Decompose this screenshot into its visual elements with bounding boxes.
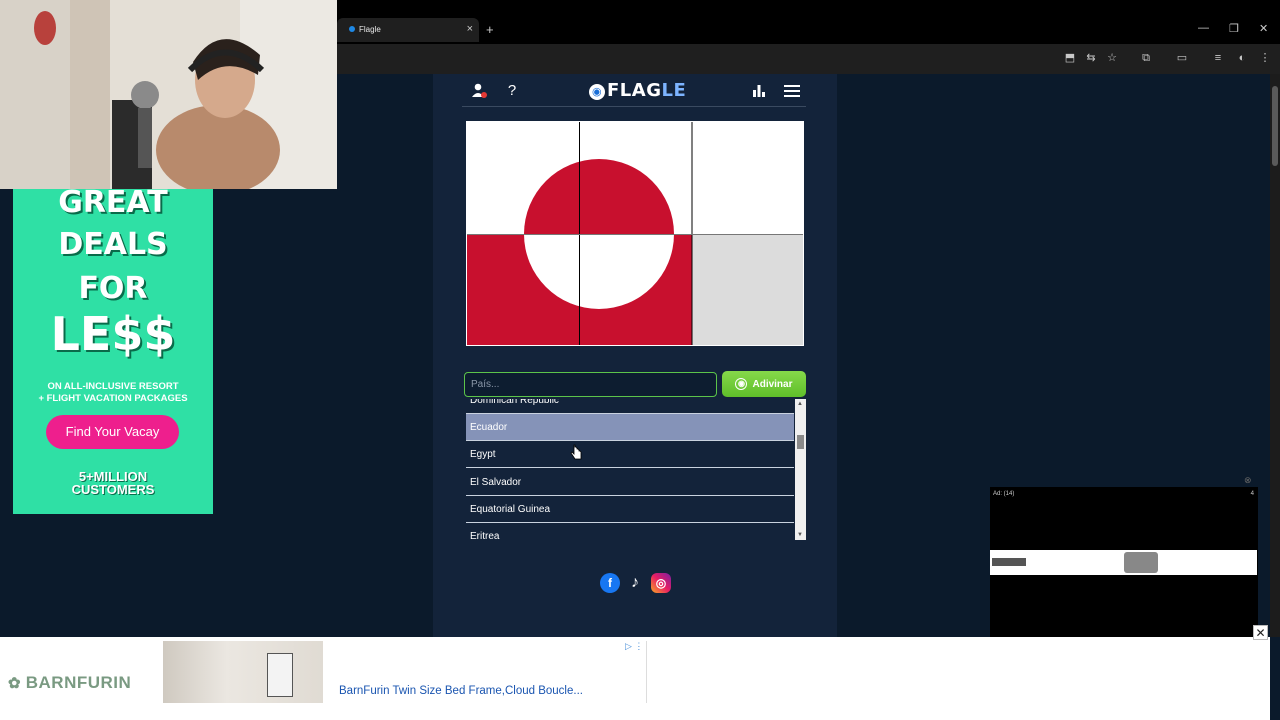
ad-stat-2: CUSTOMERS <box>71 482 155 497</box>
instagram-icon[interactable]: ◎ <box>651 573 671 593</box>
facebook-icon[interactable]: f <box>600 573 620 593</box>
media-icon[interactable]: ≡ <box>1211 51 1225 65</box>
ad-product-image <box>163 641 323 703</box>
dropdown-scroll-thumb[interactable] <box>797 435 804 449</box>
dropdown-option[interactable]: Eritrea <box>466 523 794 540</box>
profile-icon[interactable]: ◐ <box>1235 51 1249 65</box>
stats-icon[interactable] <box>750 82 768 100</box>
ad-divider <box>646 641 647 703</box>
country-input[interactable] <box>464 372 717 397</box>
vacation-ad[interactable]: GREAT DEALS FOR LE$$ ON ALL-INCLUSIVE RE… <box>13 189 213 514</box>
dropdown-option-selected[interactable]: Ecuador <box>466 414 794 441</box>
guess-button[interactable]: ◉ Adivinar <box>722 371 806 397</box>
flag-hidden-tile <box>692 235 803 345</box>
hamburger-menu-icon[interactable] <box>783 82 801 100</box>
logo-text-accent: LE <box>661 80 687 101</box>
help-icon[interactable]: ? <box>503 82 521 100</box>
mouse-cursor-icon <box>570 444 582 460</box>
tiktok-icon[interactable]: ♪ <box>625 573 645 593</box>
ad-subline-2: + FLIGHT VACATION PACKAGES <box>38 393 188 404</box>
ad-headline-4: LE$$ <box>50 307 176 361</box>
restore-button[interactable]: ❐ <box>1229 22 1239 35</box>
ad-brand: BARNFURIN <box>25 673 132 692</box>
ad-counter: 4 <box>1250 491 1254 497</box>
new-tab-button[interactable]: + <box>486 22 494 37</box>
globe-icon: ◉ <box>735 378 748 390</box>
logo-text: FLAG <box>607 80 662 101</box>
adchoices-icon[interactable]: ▷ ⋮ <box>625 641 643 652</box>
country-dropdown[interactable]: Dominican Republic Ecuador Egypt El Salv… <box>466 399 806 540</box>
page-scrollbar[interactable] <box>1270 74 1280 637</box>
tab-close-icon[interactable]: × <box>467 23 473 35</box>
scroll-down-arrow-icon[interactable]: ▼ <box>797 532 803 538</box>
extensions-icon[interactable]: ⧉ <box>1139 51 1153 65</box>
profile-icon[interactable] <box>470 82 488 100</box>
bottom-banner-ad[interactable]: ✿ BARNFURIN BarnFurin Twin Size Bed Fram… <box>0 637 1270 720</box>
dropdown-option[interactable]: El Salvador <box>466 469 794 496</box>
ad-video-strip <box>990 550 1257 575</box>
ad-headline-3: FOR <box>78 271 148 306</box>
ad-title-link[interactable]: BarnFurin Twin Size Bed Frame,Cloud Bouc… <box>339 685 583 697</box>
browser-tab[interactable]: Flagle × <box>337 18 479 42</box>
dropdown-option[interactable]: Dominican Republic <box>466 399 794 414</box>
menu-dots-icon[interactable]: ⋮ <box>1258 51 1272 65</box>
cast-icon[interactable]: ▭ <box>1175 51 1189 65</box>
translate-icon[interactable]: ⇆ <box>1084 51 1098 65</box>
right-video-ad[interactable]: Ad: (14) 4 <box>990 487 1258 637</box>
ad-subline-1: ON ALL-INCLUSIVE RESORT <box>47 381 179 392</box>
ad-headline-2: DEALS <box>58 227 168 262</box>
barnfurin-logo: ✿ BARNFURIN <box>8 673 131 693</box>
find-vacay-button[interactable]: Find Your Vacay <box>46 415 179 449</box>
scroll-up-arrow-icon[interactable]: ▲ <box>797 401 803 407</box>
ad-label: Ad: (14) <box>993 491 1015 497</box>
guess-button-label: Adivinar <box>752 378 793 390</box>
tab-title: Flagle <box>359 25 381 34</box>
ad-headline-1: GREAT <box>58 189 168 220</box>
webcam-overlay <box>0 0 337 189</box>
minimize-button[interactable]: — <box>1198 22 1209 34</box>
dropdown-option[interactable]: Equatorial Guinea <box>466 496 794 523</box>
dropdown-option[interactable]: Egypt <box>466 441 794 468</box>
header-divider <box>462 106 806 107</box>
flag-image <box>466 121 804 346</box>
barnfurin-leaf-icon: ✿ <box>8 675 26 692</box>
globe-icon: ◉ <box>589 84 605 100</box>
install-app-icon[interactable]: ⬒ <box>1063 51 1077 65</box>
window-close-button[interactable]: ✕ <box>1259 22 1268 35</box>
bottom-ad-close-button[interactable]: ✕ <box>1253 625 1268 640</box>
dropdown-scrollbar[interactable]: ▲ ▼ <box>795 399 806 540</box>
right-ad-close-icon[interactable]: ⊗ <box>1244 475 1252 486</box>
flagle-logo: ◉ FLAGLE <box>589 80 686 101</box>
bookmark-star-icon[interactable]: ☆ <box>1105 51 1119 65</box>
flagle-favicon-icon <box>349 26 355 32</box>
